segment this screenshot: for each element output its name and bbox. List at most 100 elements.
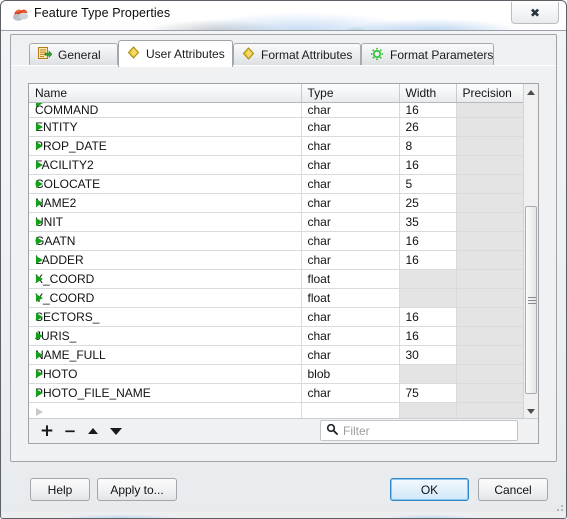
- cell-width[interactable]: 16: [399, 307, 457, 327]
- cell-type[interactable]: float: [301, 269, 400, 289]
- tab-user-attributes[interactable]: User Attributes: [118, 40, 233, 67]
- table-row[interactable]: SECTORS_ char 16: [29, 307, 523, 327]
- cell-type[interactable]: float: [301, 288, 400, 308]
- cell-name[interactable]: X_COORD: [29, 269, 302, 289]
- table-row[interactable]: UNIT char 35: [29, 212, 523, 232]
- cell-name[interactable]: ENTITY: [29, 117, 302, 137]
- cell-width[interactable]: 8: [399, 136, 457, 156]
- tab-format-attributes[interactable]: Format Attributes: [233, 43, 361, 66]
- close-button[interactable]: ✖: [511, 2, 559, 24]
- cell-width[interactable]: [399, 288, 457, 308]
- cell-width[interactable]: 5: [399, 174, 457, 194]
- table-row[interactable]: FACILITY2 char 16: [29, 155, 523, 175]
- cell-type[interactable]: char: [301, 102, 400, 118]
- cell-name[interactable]: COMMAND: [29, 102, 302, 118]
- table-row[interactable]: [29, 402, 523, 419]
- cell-type[interactable]: char: [301, 345, 400, 365]
- cell-precision[interactable]: [456, 231, 523, 251]
- cell-width[interactable]: 16: [399, 231, 457, 251]
- cell-name[interactable]: JURIS_: [29, 326, 302, 346]
- cell-width[interactable]: [399, 269, 457, 289]
- cell-name[interactable]: Y_COORD: [29, 288, 302, 308]
- cell-precision[interactable]: [456, 102, 523, 118]
- cell-width[interactable]: 25: [399, 193, 457, 213]
- cell-width[interactable]: 16: [399, 250, 457, 270]
- apply-to-button[interactable]: Apply to...: [97, 478, 177, 501]
- cell-width[interactable]: 30: [399, 345, 457, 365]
- cell-name[interactable]: PHOTO_FILE_NAME: [29, 383, 302, 403]
- cell-name[interactable]: NAME2: [29, 193, 302, 213]
- table-row[interactable]: JURIS_ char 16: [29, 326, 523, 346]
- cell-precision[interactable]: [456, 193, 523, 213]
- cancel-button[interactable]: Cancel: [478, 478, 548, 501]
- cell-type[interactable]: char: [301, 307, 400, 327]
- cell-precision[interactable]: [456, 136, 523, 156]
- table-row[interactable]: Y_COORD float: [29, 288, 523, 308]
- table-row[interactable]: COLOCATE char 5: [29, 174, 523, 194]
- table-row[interactable]: X_COORD float: [29, 269, 523, 289]
- cell-width[interactable]: 35: [399, 212, 457, 232]
- table-row[interactable]: ENTITY char 26: [29, 117, 523, 137]
- cell-name[interactable]: FACILITY2: [29, 155, 302, 175]
- cell-name[interactable]: PROP_DATE: [29, 136, 302, 156]
- cell-precision[interactable]: [456, 345, 523, 365]
- cell-width[interactable]: 16: [399, 155, 457, 175]
- cell-type[interactable]: char: [301, 136, 400, 156]
- table-row[interactable]: GAATN char 16: [29, 231, 523, 251]
- column-header-type[interactable]: Type: [301, 84, 400, 103]
- cell-width[interactable]: [399, 402, 457, 419]
- table-row[interactable]: COMMAND char 16: [29, 102, 523, 118]
- cell-precision[interactable]: [456, 402, 523, 419]
- table-row[interactable]: PHOTO blob: [29, 364, 523, 384]
- cell-type[interactable]: char: [301, 250, 400, 270]
- cell-width[interactable]: [399, 364, 457, 384]
- cell-precision[interactable]: [456, 364, 523, 384]
- cell-type[interactable]: char: [301, 231, 400, 251]
- move-attribute-down-button[interactable]: [106, 421, 126, 441]
- cell-name[interactable]: [29, 402, 302, 419]
- move-attribute-up-button[interactable]: [83, 421, 103, 441]
- cell-width[interactable]: 16: [399, 102, 457, 118]
- cell-precision[interactable]: [456, 174, 523, 194]
- cell-precision[interactable]: [456, 326, 523, 346]
- cell-type[interactable]: [301, 402, 400, 419]
- help-button[interactable]: Help: [30, 478, 90, 501]
- cell-precision[interactable]: [456, 250, 523, 270]
- cell-width[interactable]: 16: [399, 326, 457, 346]
- cell-precision[interactable]: [456, 117, 523, 137]
- tab-general[interactable]: General: [29, 43, 118, 66]
- remove-attribute-button[interactable]: −: [60, 421, 80, 441]
- table-row[interactable]: PHOTO_FILE_NAME char 75: [29, 383, 523, 403]
- filter-input[interactable]: [343, 423, 503, 438]
- cell-width[interactable]: 75: [399, 383, 457, 403]
- column-header-width[interactable]: Width: [399, 84, 457, 103]
- cell-name[interactable]: SECTORS_: [29, 307, 302, 327]
- scroll-up-button[interactable]: [524, 84, 538, 100]
- cell-name[interactable]: LADDER: [29, 250, 302, 270]
- cell-type[interactable]: char: [301, 212, 400, 232]
- cell-precision[interactable]: [456, 288, 523, 308]
- filter-box[interactable]: [320, 420, 518, 441]
- cell-name[interactable]: GAATN: [29, 231, 302, 251]
- cell-precision[interactable]: [456, 383, 523, 403]
- cell-type[interactable]: char: [301, 174, 400, 194]
- cell-type[interactable]: char: [301, 193, 400, 213]
- cell-type[interactable]: char: [301, 326, 400, 346]
- scrollbar-thumb[interactable]: [525, 206, 537, 394]
- cell-name[interactable]: PHOTO: [29, 364, 302, 384]
- cell-type[interactable]: char: [301, 383, 400, 403]
- cell-width[interactable]: 26: [399, 117, 457, 137]
- cell-precision[interactable]: [456, 212, 523, 232]
- ok-button[interactable]: OK: [390, 478, 469, 501]
- scroll-down-button[interactable]: [524, 403, 538, 419]
- cell-precision[interactable]: [456, 307, 523, 327]
- column-header-precision[interactable]: Precision: [456, 84, 523, 103]
- cell-name[interactable]: NAME_FULL: [29, 345, 302, 365]
- cell-precision[interactable]: [456, 269, 523, 289]
- cell-type[interactable]: blob: [301, 364, 400, 384]
- cell-name[interactable]: COLOCATE: [29, 174, 302, 194]
- cell-type[interactable]: char: [301, 155, 400, 175]
- cell-type[interactable]: char: [301, 117, 400, 137]
- column-header-name[interactable]: Name: [29, 84, 302, 103]
- table-row[interactable]: PROP_DATE char 8: [29, 136, 523, 156]
